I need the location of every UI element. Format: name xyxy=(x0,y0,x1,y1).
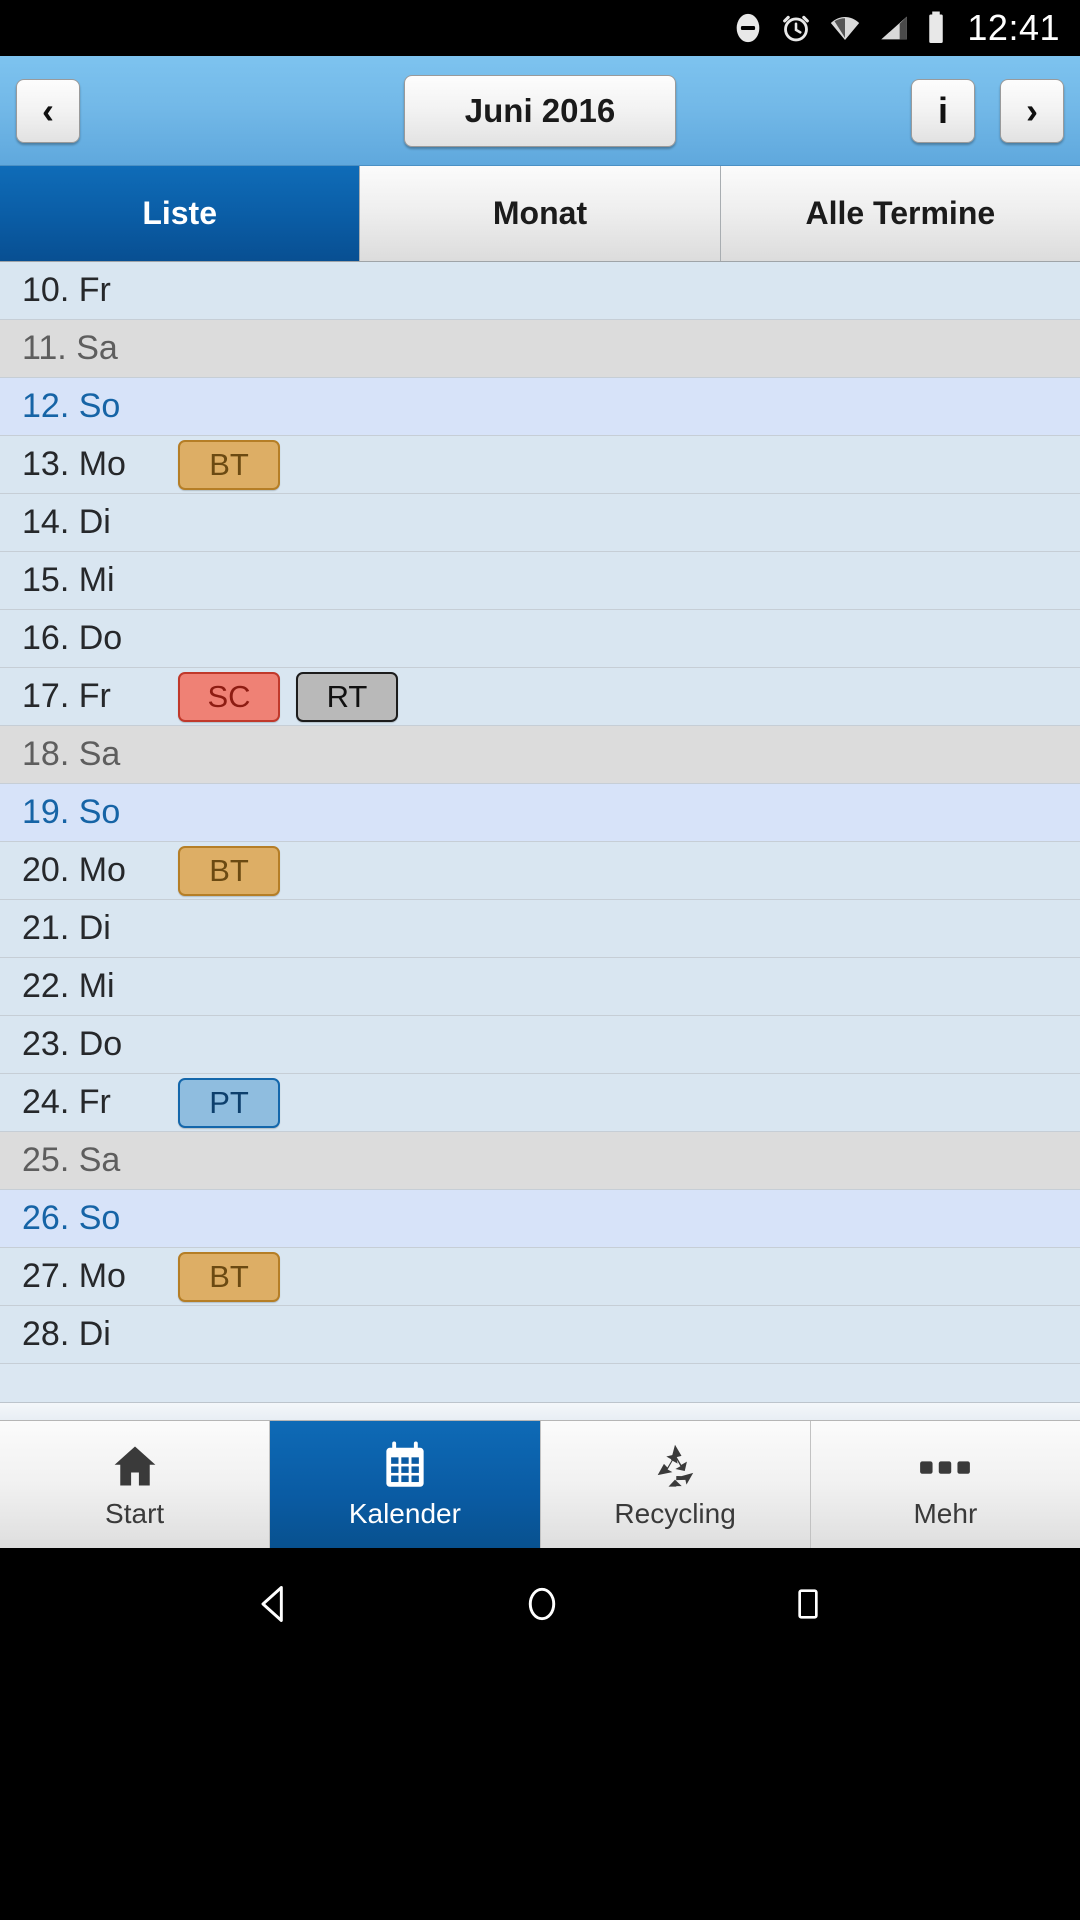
day-label: 13. Mo xyxy=(22,445,126,483)
day-badges: SC RT xyxy=(178,671,398,722)
wifi-icon xyxy=(827,11,863,45)
day-label: 19. So xyxy=(22,793,121,831)
day-label: 21. Di xyxy=(22,909,111,947)
day-label: 15. Mi xyxy=(22,561,115,599)
bottom-nav-kalender[interactable]: Kalender xyxy=(270,1421,541,1548)
more-dots-icon xyxy=(917,1440,973,1492)
day-badges: BT xyxy=(178,845,280,896)
day-row[interactable]: 16. Do xyxy=(0,610,1080,668)
bottom-nav-mehr[interactable]: Mehr xyxy=(810,1421,1080,1548)
day-label: 23. Do xyxy=(22,1025,123,1063)
day-row[interactable]: 11. Sa xyxy=(0,320,1080,378)
day-row[interactable]: 17. Fr SC RT xyxy=(0,668,1080,726)
alarm-icon xyxy=(779,11,813,45)
view-tab-bar: Liste Monat Alle Termine xyxy=(0,166,1080,262)
home-icon xyxy=(109,1440,161,1492)
event-badge-pt[interactable]: PT xyxy=(178,1077,280,1128)
day-label: 18. Sa xyxy=(22,735,121,773)
day-label: 12. So xyxy=(22,387,121,425)
day-label: 10. Fr xyxy=(22,271,111,309)
bottom-nav-label: Mehr xyxy=(913,1497,978,1529)
day-row[interactable]: 12. So xyxy=(0,378,1080,436)
day-row[interactable]: 22. Mi xyxy=(0,958,1080,1016)
day-label: 28. Di xyxy=(22,1315,111,1353)
day-label: 25. Sa xyxy=(22,1141,121,1179)
home-circle-icon[interactable] xyxy=(520,1582,564,1631)
app-screen: 12:41 ‹ Juni 2016 i › Liste Monat Alle Ter… xyxy=(0,0,1080,1920)
event-badge-bt[interactable]: BT xyxy=(178,1251,280,1302)
event-badge-sc[interactable]: SC xyxy=(178,671,280,722)
day-row[interactable]: 27. Mo BT xyxy=(0,1248,1080,1306)
bottom-nav-recycling[interactable]: Recycling xyxy=(540,1421,811,1548)
day-row[interactable]: 26. So xyxy=(0,1190,1080,1248)
day-label: 22. Mi xyxy=(22,967,115,1005)
event-badge-bt[interactable]: BT xyxy=(178,439,280,490)
day-row[interactable]: 10. Fr xyxy=(0,262,1080,320)
info-button[interactable]: i xyxy=(911,78,975,143)
day-row[interactable]: 25. Sa xyxy=(0,1132,1080,1190)
tab-alle-termine[interactable]: Alle Termine xyxy=(720,166,1080,261)
app-header: ‹ Juni 2016 i › xyxy=(0,56,1080,166)
bottom-nav-start[interactable]: Start xyxy=(0,1421,271,1548)
day-row[interactable]: 18. Sa xyxy=(0,726,1080,784)
day-row[interactable]: 13. Mo BT xyxy=(0,436,1080,494)
signal-icon xyxy=(877,11,911,45)
day-label: 16. Do xyxy=(22,619,123,657)
event-badge-rt[interactable]: RT xyxy=(296,671,398,722)
day-label: 27. Mo xyxy=(22,1257,126,1295)
day-row[interactable]: 23. Do xyxy=(0,1016,1080,1074)
recents-square-icon[interactable] xyxy=(788,1582,828,1631)
calendar-icon xyxy=(379,1440,431,1492)
day-badges: BT xyxy=(178,1251,280,1302)
day-label: 20. Mo xyxy=(22,851,126,889)
day-row[interactable]: 19. So xyxy=(0,784,1080,842)
day-row[interactable]: 20. Mo BT xyxy=(0,842,1080,900)
day-row[interactable]: 21. Di xyxy=(0,900,1080,958)
day-badges: BT xyxy=(178,439,280,490)
tab-monat[interactable]: Monat xyxy=(360,166,721,261)
bottom-nav-label: Kalender xyxy=(348,1497,461,1529)
previous-month-button[interactable]: ‹ xyxy=(16,78,80,143)
day-label: 26. So xyxy=(22,1199,121,1237)
day-label: 24. Fr xyxy=(22,1083,111,1121)
day-label: 11. Sa xyxy=(22,329,118,367)
day-badges: PT xyxy=(178,1077,280,1128)
day-row[interactable]: 15. Mi xyxy=(0,552,1080,610)
android-navigation-bar xyxy=(0,1548,1080,1664)
day-label: 17. Fr xyxy=(22,677,111,715)
bottom-tab-bar: Start Kalender Recycling Mehr xyxy=(0,1420,1080,1548)
day-list[interactable]: 10. Fr 11. Sa 12. So 13. Mo BT 14. Di 15. Mi 16… xyxy=(0,262,1080,1402)
day-label: 14. Di xyxy=(22,503,111,541)
tab-liste[interactable]: Liste xyxy=(0,166,361,261)
next-month-button[interactable]: › xyxy=(1000,78,1064,143)
day-row[interactable]: 28. Di xyxy=(0,1306,1080,1364)
back-triangle-icon[interactable] xyxy=(252,1582,296,1631)
recycle-icon xyxy=(649,1440,701,1492)
list-bottom-edge xyxy=(0,1402,1080,1420)
month-title-button[interactable]: Juni 2016 xyxy=(404,74,676,147)
bottom-nav-label: Start xyxy=(105,1497,165,1529)
battery-icon xyxy=(925,10,947,46)
do-not-disturb-icon xyxy=(731,11,765,45)
day-row[interactable]: 14. Di xyxy=(0,494,1080,552)
day-row[interactable]: 24. Fr PT xyxy=(0,1074,1080,1132)
status-bar-clock: 12:41 xyxy=(967,7,1060,48)
event-badge-bt[interactable]: BT xyxy=(178,845,280,896)
android-status-bar: 12:41 xyxy=(0,0,1080,56)
bottom-nav-label: Recycling xyxy=(614,1497,736,1529)
